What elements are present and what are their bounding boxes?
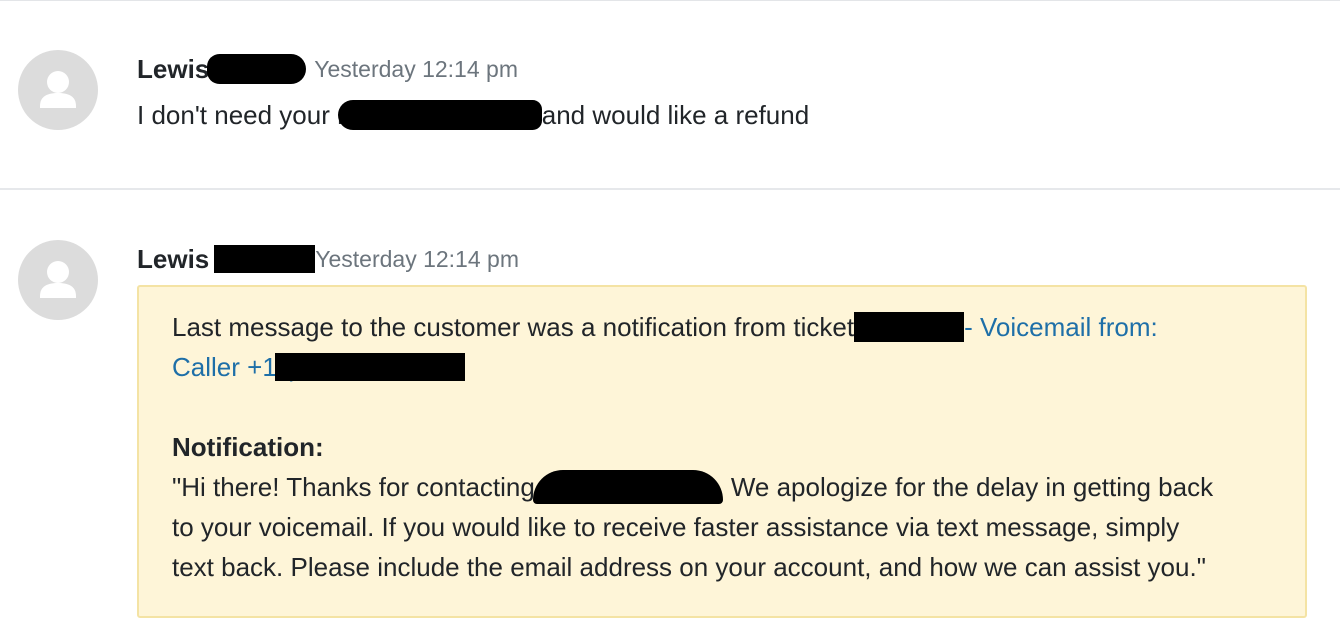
message-header: Lewis Yesterday 12:14 pm	[137, 53, 518, 85]
notification-note: Last message to the customer was a notif…	[137, 285, 1307, 618]
redaction	[532, 470, 723, 504]
message-item: Lewis Yesterday 12:14 pm Last message to…	[0, 191, 1340, 640]
message-text-end: and would like a refund	[541, 99, 810, 130]
message-text: I don't need your r and would like a ref…	[137, 97, 809, 133]
avatar	[18, 50, 98, 130]
timestamp: Yesterday 12:14 pm	[314, 55, 518, 82]
quote-text-mid: We apologize for the delay in getting ba…	[730, 472, 1214, 502]
message-text-start: I don't need your r	[137, 99, 346, 130]
note-line: Caller +1 (	[172, 347, 465, 387]
user-icon	[40, 261, 76, 298]
note-line: Last message to the customer was a notif…	[172, 307, 1158, 347]
timestamp: Yesterday 12:14 pm	[315, 245, 519, 272]
user-icon	[40, 71, 76, 108]
notification-label: Notification:	[172, 432, 324, 462]
author-name: Lewis	[137, 53, 210, 84]
redaction	[337, 100, 542, 130]
note-line: "Hi there! Thanks for contacting We apol…	[172, 467, 1213, 507]
note-line: to your voicemail. If you would like to …	[172, 512, 1180, 542]
ticket-link[interactable]: - Voicemail from:	[964, 307, 1158, 347]
author-name: Lewis	[137, 243, 210, 274]
note-intro-text: Last message to the customer was a notif…	[172, 312, 855, 342]
redaction	[274, 353, 465, 381]
message-header: Lewis Yesterday 12:14 pm	[137, 243, 519, 275]
quote-text-start: "Hi there! Thanks for contacting	[172, 472, 535, 502]
redaction	[214, 245, 316, 273]
note-line: text back. Please include the email addr…	[172, 552, 1206, 582]
redaction	[854, 312, 965, 342]
message-item: Lewis Yesterday 12:14 pm I don't need yo…	[0, 0, 1340, 190]
avatar	[18, 240, 98, 320]
redaction	[207, 54, 307, 84]
